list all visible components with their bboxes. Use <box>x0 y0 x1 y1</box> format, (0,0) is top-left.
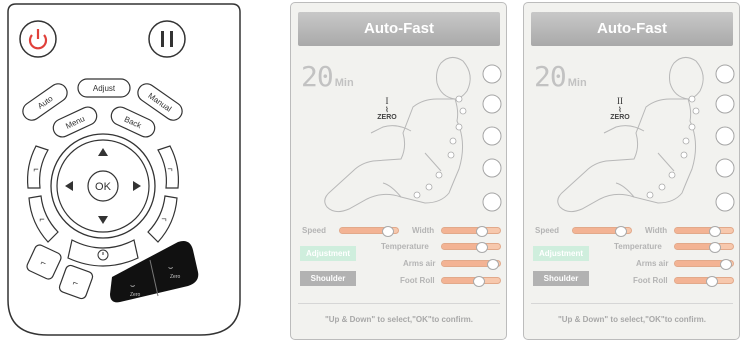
zero-label: ZERO <box>610 114 630 121</box>
foot-roll-label: Foot Roll <box>633 276 668 285</box>
zero-two-label: Zero <box>170 274 181 280</box>
recline-icon: ¬ <box>167 164 172 174</box>
zero-one-label: Zero <box>130 292 141 298</box>
zero-gravity-indicator: I ⌇ ZERO <box>367 96 407 121</box>
speed-slider[interactable] <box>339 226 399 237</box>
width-slider[interactable] <box>441 226 501 237</box>
zone-indicator-5[interactable] <box>715 192 735 212</box>
remote-control: Adjust Auto Manual Menu Back OK ⌐ ⌐ ¬ ¬ <box>0 0 258 343</box>
arms-air-slider[interactable] <box>441 259 501 270</box>
power-button[interactable] <box>19 20 57 58</box>
zero-one-icon: ⌣ <box>130 281 135 290</box>
hint-text: "Up & Down" to select,"OK"to confirm. <box>298 303 500 334</box>
recline-icon: ⌐ <box>39 214 44 224</box>
zone-indicator-4[interactable] <box>715 158 735 178</box>
zero-two-icon: ⌣ <box>168 263 173 272</box>
foot-roll-label: Foot Roll <box>400 276 435 285</box>
zone-indicator-3[interactable] <box>715 126 735 146</box>
zero-gravity-icon: ⌇ <box>385 107 389 114</box>
pause-button[interactable] <box>148 20 186 58</box>
zone-indicator-5[interactable] <box>482 192 502 212</box>
recline-icon: ⌐ <box>33 164 38 174</box>
ok-button[interactable]: OK <box>87 170 119 202</box>
ok-label: OK <box>95 181 112 193</box>
zero-numeral: I <box>385 96 389 106</box>
zero-numeral: II <box>617 96 623 106</box>
screen-panel-1: Auto-Fast 20 Min I ⌇ ZERO Speed Width Ad… <box>290 2 507 340</box>
zone-indicator-2[interactable] <box>715 94 735 114</box>
zone-indicator-4[interactable] <box>482 158 502 178</box>
width-label: Width <box>645 226 668 235</box>
arms-air-label: Arms air <box>636 259 669 268</box>
shoulder-button[interactable]: Shoulder <box>300 271 356 286</box>
zone-indicator-1[interactable] <box>715 64 735 84</box>
temperature-label: Temperature <box>381 242 429 251</box>
foot-roll-slider[interactable] <box>441 276 501 287</box>
width-slider[interactable] <box>674 226 734 237</box>
foot-roll-slider[interactable] <box>674 276 734 287</box>
screen-panel-2: Auto-Fast 20 Min II ⌇ ZERO Speed Width A… <box>523 2 740 340</box>
adjustment-button[interactable]: Adjustment <box>533 246 589 261</box>
adjustment-button[interactable]: Adjustment <box>300 246 356 261</box>
speed-label: Speed <box>535 226 560 235</box>
temperature-slider[interactable] <box>441 242 501 253</box>
zero-gravity-indicator: II ⌇ ZERO <box>600 96 640 121</box>
adjust-button[interactable]: Adjust <box>77 78 131 98</box>
speed-label: Speed <box>302 226 327 235</box>
hint-text: "Up & Down" to select,"OK"to confirm. <box>531 303 733 334</box>
zone-indicator-1[interactable] <box>482 64 502 84</box>
temperature-label: Temperature <box>614 242 662 251</box>
temperature-slider[interactable] <box>674 242 734 253</box>
adjust-label: Adjust <box>93 84 116 93</box>
speed-slider[interactable] <box>572 226 632 237</box>
zone-indicator-2[interactable] <box>482 94 502 114</box>
pause-icon <box>161 31 164 47</box>
body-figure <box>324 57 502 213</box>
shoulder-button[interactable]: Shoulder <box>533 271 589 286</box>
zero-gravity-icon: ⌇ <box>618 107 622 114</box>
recline-icon: ¬ <box>161 214 166 224</box>
zone-indicator-3[interactable] <box>482 126 502 146</box>
zero-label: ZERO <box>377 114 397 121</box>
width-label: Width <box>412 226 435 235</box>
body-figure <box>557 57 735 213</box>
arms-air-slider[interactable] <box>674 259 734 270</box>
arms-air-label: Arms air <box>403 259 436 268</box>
